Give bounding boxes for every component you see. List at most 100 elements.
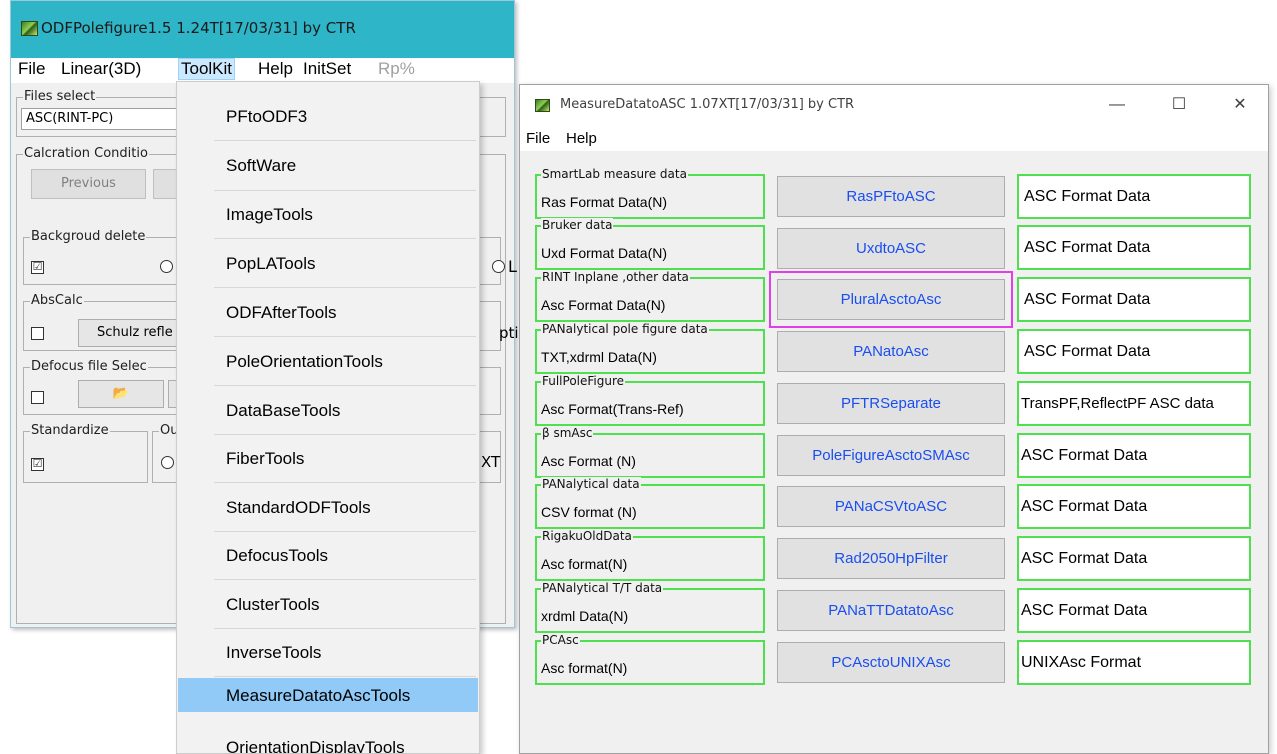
input-format-text: Ras Format Data(N) <box>541 194 668 210</box>
output-format-field: ASC Format Data <box>1017 277 1251 322</box>
menu-item-label: ClusterTools <box>226 595 320 614</box>
panacsvtoasc-button[interactable]: PANaCSVtoASC <box>777 486 1005 527</box>
menu-separator <box>214 287 476 288</box>
group-label: β smAsc <box>541 426 594 440</box>
output-format-field: UNIXAsc Format <box>1017 640 1251 685</box>
menu-initset[interactable]: InitSet <box>303 59 351 79</box>
group-label: FullPoleFigure <box>541 374 626 388</box>
menu-item-measuredatatoasctools[interactable]: MeasureDatatoAscTools <box>178 678 478 712</box>
maximize-icon[interactable]: ☐ <box>1164 91 1194 119</box>
menu-item-defocustools[interactable]: DefocusTools <box>178 536 478 574</box>
abscalc-label: AbsCalc <box>30 293 84 308</box>
menu-rp-percent[interactable]: Rp% <box>378 59 415 79</box>
input-format-text: Asc Format Data(N) <box>541 297 666 313</box>
pftrseparate-button[interactable]: PFTRSeparate <box>777 383 1005 424</box>
measure-menubar: File Help <box>520 125 1268 151</box>
previous-button[interactable]: Previous <box>31 169 146 199</box>
input-group-panalytical-pole: PANalytical pole figure data TXT,xdrml D… <box>535 322 765 374</box>
measure-data-window: MeasureDatatoASC 1.07XT[17/03/31] by CTR… <box>519 84 1269 754</box>
menu-item-orientationdisplaytools[interactable]: OrientationDisplayTools <box>178 728 478 753</box>
main-menubar: File Linear(3D) ToolKit Help InitSet Rp% <box>11 58 514 83</box>
input-format-text: Asc format(N) <box>541 556 628 572</box>
menu-item-label: FiberTools <box>226 449 305 468</box>
menu-separator <box>214 140 476 141</box>
output-format-field: ASC Format Data <box>1017 174 1251 219</box>
background-delete-label: Backgroud delete <box>30 229 147 244</box>
menu-separator <box>214 482 476 483</box>
menu-separator <box>214 579 476 580</box>
input-group-pcasc: PCAsc Asc format(N) <box>535 633 765 685</box>
menu-item-label: InverseTools <box>226 643 322 662</box>
menu-file[interactable]: File <box>18 59 45 79</box>
main-window-title: ODFPolefigure1.5 1.24T[17/03/31] by CTR <box>41 19 356 37</box>
group-label: SmartLab measure data <box>541 167 688 181</box>
raspftoasc-button[interactable]: RasPFtoASC <box>777 176 1005 217</box>
menu-file[interactable]: File <box>526 130 550 147</box>
abscalc-checkbox[interactable] <box>31 327 44 340</box>
rad2050hpfilter-button[interactable]: Rad2050HpFilter <box>777 538 1005 579</box>
panattdatatoasc-button[interactable]: PANaTTDatatoAsc <box>777 590 1005 631</box>
menu-help[interactable]: Help <box>258 59 293 79</box>
output-format-field: ASC Format Data <box>1017 225 1251 270</box>
group-label: PANalytical pole figure data <box>541 322 709 336</box>
polefigureasctosmasc-button[interactable]: PoleFigureAsctoSMAsc <box>777 435 1005 476</box>
menu-toolkit[interactable]: ToolKit <box>178 58 236 80</box>
output-format-field: ASC Format Data <box>1017 433 1251 478</box>
open-folder-button[interactable]: 📂 <box>78 380 164 408</box>
menu-item-odfaftertools[interactable]: ODFAfterTools <box>178 293 478 331</box>
menu-item-label: ODFAfterTools <box>226 303 337 322</box>
menu-separator <box>214 238 476 239</box>
close-icon[interactable]: ✕ <box>1225 91 1255 119</box>
radio-l-label: L <box>508 257 517 276</box>
pcasctounixasc-button[interactable]: PCAsctoUNIXAsc <box>777 642 1005 683</box>
panatoasc-button[interactable]: PANatoAsc <box>777 331 1005 372</box>
menu-item-poplatools[interactable]: PopLATools <box>178 244 478 282</box>
input-format-text: xrdml Data(N) <box>541 608 629 624</box>
input-format-text: CSV format (N) <box>541 504 637 520</box>
menu-item-label: PFtoODF3 <box>226 107 308 126</box>
menu-item-software[interactable]: SoftWare <box>178 146 478 184</box>
menu-linear3d[interactable]: Linear(3D) <box>61 59 141 79</box>
input-format-text: Asc Format (N) <box>541 453 636 469</box>
input-format-text: Asc format(N) <box>541 660 628 676</box>
menu-separator <box>214 434 476 435</box>
standardize-label: Standardize <box>30 423 110 438</box>
group-label: PCAsc <box>541 633 580 647</box>
background-delete-checkbox[interactable]: ☑ <box>31 261 44 274</box>
measure-title-bar[interactable]: MeasureDatatoASC 1.07XT[17/03/31] by CTR… <box>520 85 1268 125</box>
input-format-text: Uxd Format Data(N) <box>541 245 668 261</box>
minimize-icon[interactable]: — <box>1102 91 1132 119</box>
measure-window-title: MeasureDatatoASC 1.07XT[17/03/31] by CTR <box>560 97 855 112</box>
background-radio[interactable] <box>160 260 173 273</box>
standardize-checkbox[interactable]: ☑ <box>31 458 44 471</box>
menu-item-clustertools[interactable]: ClusterTools <box>178 585 478 623</box>
input-format-text: Asc Format(Trans-Ref) <box>541 401 684 417</box>
calc-conditions-label: Calcration Conditio <box>23 146 149 161</box>
folder-icon: 📂 <box>112 386 130 401</box>
xt-text: XT <box>481 453 501 471</box>
menu-item-imagetools[interactable]: ImageTools <box>178 195 478 233</box>
uxdtoasc-button[interactable]: UxdtoASC <box>777 228 1005 269</box>
group-label: RigakuOldData <box>541 529 633 543</box>
pluralasctoasc-button[interactable]: PluralAsctoAsc <box>769 271 1013 328</box>
defocus-checkbox[interactable] <box>31 391 44 404</box>
menu-separator <box>214 190 476 191</box>
main-title-bar[interactable]: ODFPolefigure1.5 1.24T[17/03/31] by CTR <box>11 1 514 58</box>
menu-item-fibertools[interactable]: FiberTools <box>178 439 478 477</box>
menu-item-poleorientationtools[interactable]: PoleOrientationTools <box>178 342 478 380</box>
input-group-panalytical: PANalytical data CSV format (N) <box>535 477 765 529</box>
menu-item-standardodftools[interactable]: StandardODFTools <box>178 488 478 526</box>
menu-item-inversetools[interactable]: InverseTools <box>178 633 478 671</box>
standardize-group: Standardize ☑ <box>23 423 148 483</box>
group-label: PANalytical data <box>541 477 641 491</box>
files-select-label: Files select <box>23 89 97 104</box>
menu-item-label: PopLATools <box>226 254 316 273</box>
background-radio-l[interactable] <box>492 260 505 273</box>
menu-item-databasetools[interactable]: DataBaseTools <box>178 391 478 429</box>
menu-item-pftoodf3[interactable]: PFtoODF3 <box>178 97 478 135</box>
group-label: Bruker data <box>541 218 614 232</box>
output-format-field: ASC Format Data <box>1017 536 1251 581</box>
output-radio[interactable] <box>161 456 174 469</box>
menu-item-label: PoleOrientationTools <box>226 352 383 371</box>
menu-help[interactable]: Help <box>566 130 597 147</box>
